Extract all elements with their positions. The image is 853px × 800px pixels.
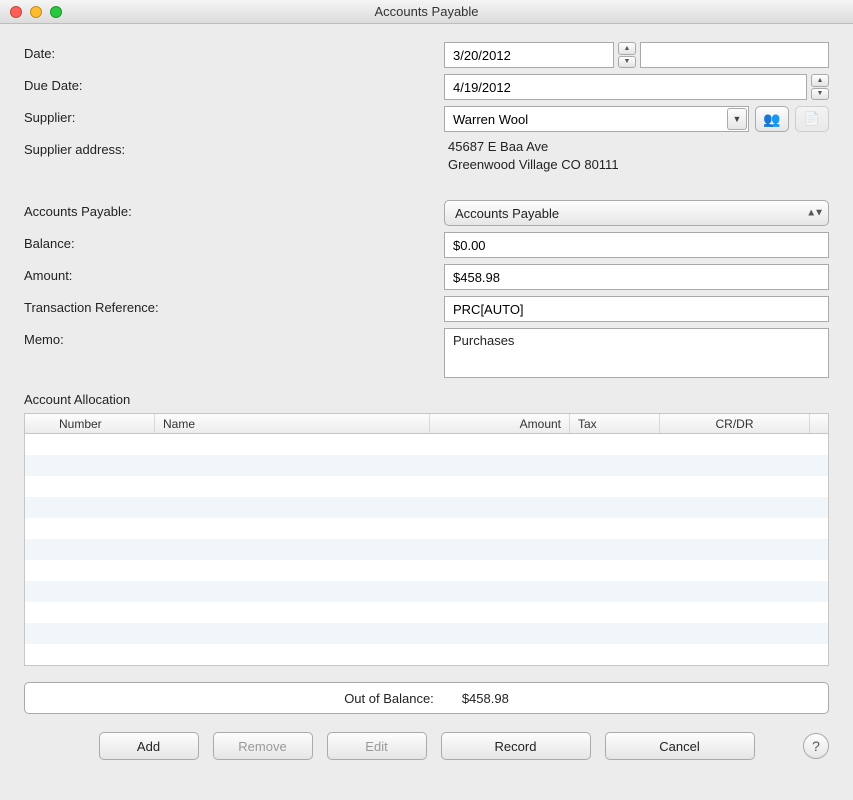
txn-ref-field[interactable] [444,296,829,322]
window-title: Accounts Payable [0,4,853,19]
help-icon: ? [812,738,820,754]
table-row[interactable] [25,602,828,623]
remove-button: Remove [213,732,313,760]
memo-label: Memo: [24,328,444,347]
cancel-button[interactable]: Cancel [605,732,755,760]
col-tax[interactable]: Tax [570,414,660,433]
supplier-label: Supplier: [24,106,444,125]
accounts-payable-select[interactable]: Accounts Payable ▲▼ [444,200,829,226]
minimize-window-button[interactable] [30,6,42,18]
record-button[interactable]: Record [441,732,591,760]
table-row[interactable] [25,539,828,560]
table-row[interactable] [25,497,828,518]
date-extra-field[interactable] [640,42,829,68]
accounts-payable-window: Accounts Payable Date: ▲ ▼ Due Date: [0,0,853,800]
memo-field[interactable]: Purchases [444,328,829,378]
due-date-step-up[interactable]: ▲ [811,74,829,87]
table-row[interactable] [25,518,828,539]
supplier-address-text: 45687 E Baa Ave Greenwood Village CO 801… [444,138,829,194]
due-date-field[interactable] [444,74,807,100]
out-of-balance-label: Out of Balance: [344,691,434,706]
people-icon: 👥 [763,111,780,128]
allocation-table-body[interactable] [25,434,828,665]
table-row[interactable] [25,434,828,455]
supplier-field[interactable] [444,106,749,132]
col-spacer [810,414,828,433]
col-number[interactable]: Number [25,414,155,433]
table-row[interactable] [25,476,828,497]
content-area: Date: ▲ ▼ Due Date: ▲ [0,24,853,770]
date-label: Date: [24,42,444,61]
supplier-dropdown-button[interactable]: ▼ [727,108,747,130]
edit-button: Edit [327,732,427,760]
allocation-table: Number Name Amount Tax CR/DR [24,413,829,666]
add-button[interactable]: Add [99,732,199,760]
txn-ref-label: Transaction Reference: [24,296,444,315]
supplier-combo: ▼ [444,106,749,132]
help-button[interactable]: ? [803,733,829,759]
col-crdr[interactable]: CR/DR [660,414,810,433]
due-date-label: Due Date: [24,74,444,93]
due-date-step-down[interactable]: ▼ [811,88,829,101]
button-row: Add Remove Edit Record Cancel ? [24,732,829,760]
window-controls [0,6,62,18]
col-amount[interactable]: Amount [430,414,570,433]
amount-label: Amount: [24,264,444,283]
out-of-balance-bar: Out of Balance: $458.98 [24,682,829,714]
supplier-address-label: Supplier address: [24,138,444,157]
date-step-up[interactable]: ▲ [618,42,636,55]
table-row[interactable] [25,455,828,476]
allocation-section-title: Account Allocation [24,392,829,407]
zoom-window-button[interactable] [50,6,62,18]
amount-field[interactable] [444,264,829,290]
accounts-payable-label: Accounts Payable: [24,200,444,219]
table-row[interactable] [25,560,828,581]
document-icon: 📄 [804,111,820,127]
out-of-balance-amount: $458.98 [462,691,509,706]
supplier-note-button: 📄 [795,106,829,132]
accounts-payable-selected: Accounts Payable [455,206,559,221]
supplier-lookup-button[interactable]: 👥 [755,106,789,132]
allocation-table-header: Number Name Amount Tax CR/DR [25,414,828,434]
table-row[interactable] [25,644,828,665]
titlebar: Accounts Payable [0,0,853,24]
table-row[interactable] [25,581,828,602]
date-field[interactable] [444,42,614,68]
col-name[interactable]: Name [155,414,430,433]
date-stepper: ▲ ▼ [618,42,636,68]
table-row[interactable] [25,623,828,644]
date-step-down[interactable]: ▼ [618,56,636,69]
due-date-stepper: ▲ ▼ [811,74,829,100]
updown-icon: ▲▼ [806,208,822,219]
balance-label: Balance: [24,232,444,251]
close-window-button[interactable] [10,6,22,18]
balance-field[interactable] [444,232,829,258]
